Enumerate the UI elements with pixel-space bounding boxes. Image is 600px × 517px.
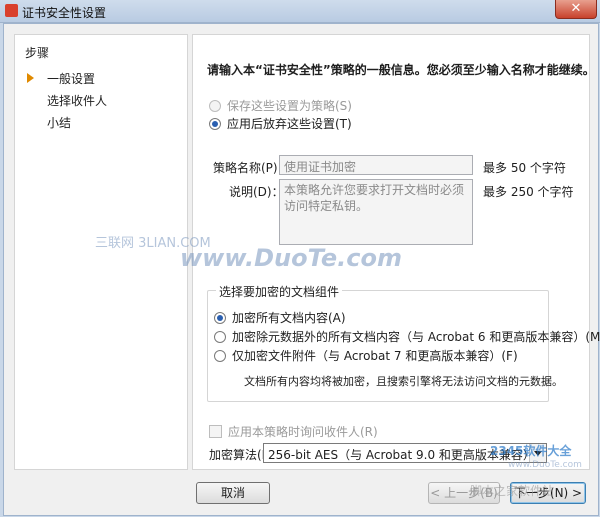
encrypt-all-option[interactable]: 加密所有文档内容(A)	[214, 309, 346, 326]
policy-name-field[interactable]: 使用证书加密	[279, 155, 473, 175]
title-bar: 证书安全性设置 ✕	[0, 0, 600, 23]
encrypt-attachments-radio[interactable]	[214, 349, 226, 362]
back-button[interactable]: < 上一步(B)	[428, 482, 500, 504]
save-as-policy-radio[interactable]	[209, 99, 221, 112]
encrypt-except-metadata-option[interactable]: 加密除元数据外的所有文档内容（与 Acrobat 6 和更高版本兼容）(M)	[214, 328, 600, 345]
step-select-recipients: 选择收件人	[47, 94, 108, 108]
instruction-heading: 请输入本“证书安全性”策略的一般信息。您必须至少输入名称才能继续。	[207, 63, 595, 77]
step-general-settings: 一般设置	[47, 72, 96, 86]
save-as-policy-option[interactable]: 保存这些设置为策略(S)	[209, 97, 352, 114]
steps-panel: 步骤 一般设置 选择收件人 小结	[14, 34, 188, 470]
encrypt-attachments-option[interactable]: 仅加密文件附件（与 Acrobat 7 和更高版本兼容）(F)	[214, 347, 518, 364]
document-components-group: 选择要加密的文档组件 加密所有文档内容(A) 加密除元数据外的所有文档内容（与 …	[207, 283, 600, 402]
description-limit: 最多 250 个字符	[483, 185, 574, 199]
chevron-down-icon[interactable]	[529, 444, 546, 462]
ask-recipients-checkbox[interactable]	[209, 425, 222, 438]
algorithm-selected-value: 256-bit AES（与 Acrobat 9.0 和更高版本兼容）	[268, 448, 535, 462]
ask-recipients-label: 应用本策略时询问收件人(R)	[228, 425, 378, 439]
document-components-title: 选择要加密的文档组件	[216, 283, 343, 300]
save-as-policy-label: 保存这些设置为策略(S)	[227, 99, 352, 113]
encrypt-attachments-label: 仅加密文件附件（与 Acrobat 7 和更高版本兼容）(F)	[232, 349, 518, 363]
discard-after-apply-radio[interactable]	[209, 117, 221, 130]
steps-heading: 步骤	[25, 46, 50, 60]
window-title: 证书安全性设置	[22, 6, 107, 20]
close-button[interactable]: ✕	[555, 0, 597, 19]
encryption-note: 文档所有内容均将被加密，且搜索引擎将无法访问文档的元数据。	[244, 375, 563, 388]
encrypt-all-label: 加密所有文档内容(A)	[232, 311, 346, 325]
content-panel: 请输入本“证书安全性”策略的一般信息。您必须至少输入名称才能继续。 保存这些设置…	[192, 34, 600, 470]
algorithm-select[interactable]: 256-bit AES（与 Acrobat 9.0 和更高版本兼容）	[263, 443, 547, 463]
encrypt-except-metadata-radio[interactable]	[214, 330, 226, 343]
dialog-window: 步骤 一般设置 选择收件人 小结 请输入本“证书安全性”策略的一般信息。您必须至…	[3, 23, 600, 516]
app-icon	[5, 4, 18, 17]
encrypt-all-radio[interactable]	[214, 311, 226, 324]
discard-after-apply-label: 应用后放弃这些设置(T)	[227, 117, 352, 131]
policy-name-limit: 最多 50 个字符	[483, 161, 566, 175]
discard-after-apply-option[interactable]: 应用后放弃这些设置(T)	[209, 115, 352, 132]
current-step-arrow-icon	[27, 73, 34, 83]
next-button[interactable]: 下一步(N) >	[510, 482, 586, 504]
description-label: 说明(D)：	[229, 185, 284, 199]
cancel-button[interactable]: 取消	[196, 482, 270, 504]
description-field[interactable]: 本策略允许您要求打开文档时必须访问特定私钥。	[279, 179, 473, 245]
ask-recipients-option[interactable]: 应用本策略时询问收件人(R)	[209, 423, 378, 440]
encrypt-except-metadata-label: 加密除元数据外的所有文档内容（与 Acrobat 6 和更高版本兼容）(M)	[232, 330, 600, 344]
step-summary: 小结	[47, 116, 72, 130]
